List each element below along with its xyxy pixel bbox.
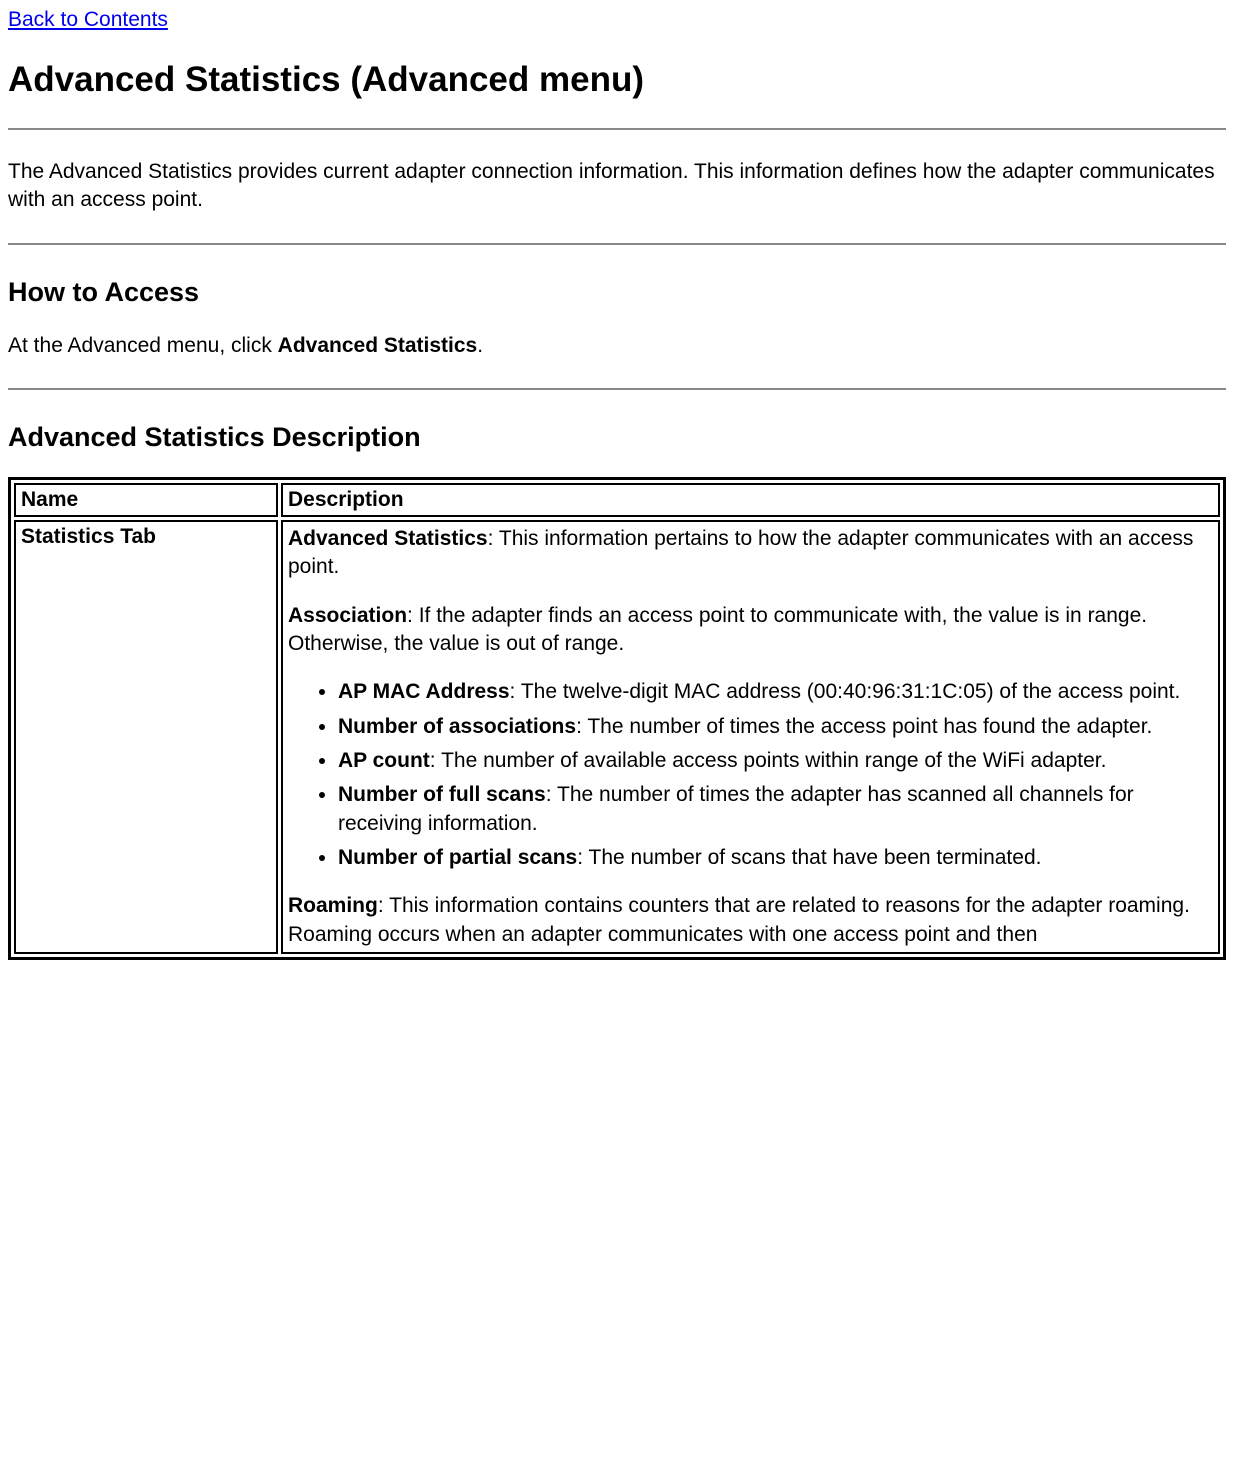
description-heading: Advanced Statistics Description	[8, 422, 1226, 453]
header-description: Description	[281, 483, 1220, 517]
bullet-text: : The number of scans that have been ter…	[577, 846, 1041, 869]
bullet-label: AP count	[338, 749, 430, 772]
list-item: Number of partial scans: The number of s…	[338, 844, 1213, 872]
back-to-contents-link[interactable]: Back to Contents	[8, 8, 168, 31]
table-header-row: Name Description	[14, 483, 1220, 517]
divider	[8, 243, 1226, 245]
header-name: Name	[14, 483, 278, 517]
adv-stats-para: Advanced Statistics: This information pe…	[288, 525, 1213, 582]
divider	[8, 128, 1226, 130]
how-to-access-heading: How to Access	[8, 277, 1226, 308]
list-item: AP count: The number of available access…	[338, 747, 1213, 775]
roaming-para: Roaming: This information contains count…	[288, 892, 1213, 949]
association-label: Association	[288, 604, 407, 627]
how-to-access-bold: Advanced Statistics	[278, 334, 478, 357]
how-to-access-suffix: .	[477, 334, 483, 357]
adv-stats-label: Advanced Statistics	[288, 527, 488, 550]
intro-text: The Advanced Statistics provides current…	[8, 158, 1226, 215]
bullet-label: AP MAC Address	[338, 680, 510, 703]
how-to-access-prefix: At the Advanced menu, click	[8, 334, 278, 357]
list-item: Number of associations: The number of ti…	[338, 713, 1213, 741]
how-to-access-text: At the Advanced menu, click Advanced Sta…	[8, 332, 1226, 360]
page-title: Advanced Statistics (Advanced menu)	[8, 60, 1226, 100]
bullet-label: Number of associations	[338, 715, 576, 738]
list-item: AP MAC Address: The twelve-digit MAC add…	[338, 678, 1213, 706]
bullet-text: : The twelve-digit MAC address (00:40:96…	[510, 680, 1181, 703]
row-description-cell: Advanced Statistics: This information pe…	[281, 520, 1220, 954]
description-table: Name Description Statistics Tab Advanced…	[8, 477, 1226, 960]
table-row: Statistics Tab Advanced Statistics: This…	[14, 520, 1220, 954]
divider	[8, 388, 1226, 390]
bullet-text: : The number of times the access point h…	[576, 715, 1152, 738]
association-para: Association: If the adapter finds an acc…	[288, 602, 1213, 659]
list-item: Number of full scans: The number of time…	[338, 781, 1213, 838]
bullet-label: Number of full scans	[338, 783, 546, 806]
association-text: : If the adapter finds an access point t…	[288, 604, 1147, 655]
bullet-label: Number of partial scans	[338, 846, 577, 869]
bullet-text: : The number of available access points …	[430, 749, 1107, 772]
roaming-label: Roaming	[288, 894, 378, 917]
association-bullets: AP MAC Address: The twelve-digit MAC add…	[288, 678, 1213, 872]
row-name-cell: Statistics Tab	[14, 520, 278, 954]
roaming-text: : This information contains counters tha…	[288, 894, 1190, 945]
